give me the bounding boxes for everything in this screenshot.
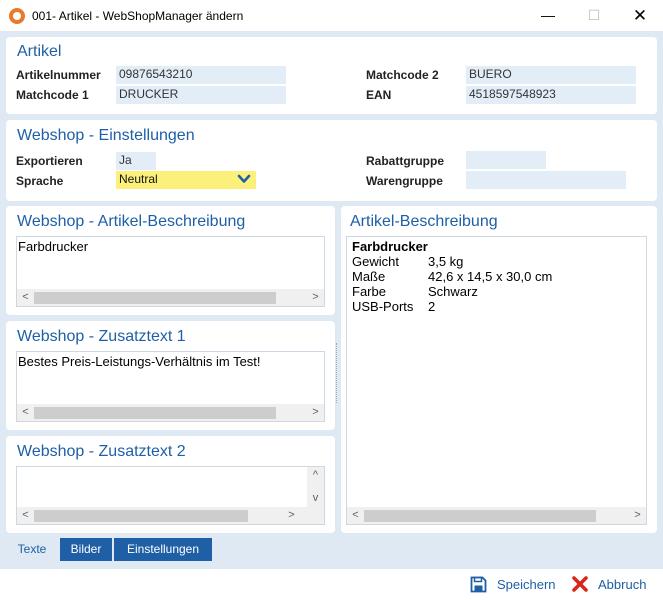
scroll-right-icon[interactable]: > — [307, 289, 324, 306]
ean-field[interactable]: 4518597548923 — [466, 86, 636, 104]
exportieren-field[interactable]: Ja — [116, 152, 156, 170]
chevron-down-icon[interactable] — [237, 172, 251, 186]
scroll-thumb[interactable] — [34, 510, 248, 522]
zusatztext2-textarea[interactable]: ^ v < > — [16, 466, 325, 525]
artikel-panel: Artikel Artikelnummer 09876543210 Matchc… — [6, 37, 657, 114]
warengruppe-field[interactable] — [466, 171, 626, 189]
splitter-handle[interactable] — [336, 343, 340, 403]
warengruppe-label: Warengruppe — [366, 174, 443, 188]
ean-label: EAN — [366, 88, 392, 102]
app-logo-icon — [9, 8, 25, 24]
rabattgruppe-label: Rabattgruppe — [366, 154, 444, 168]
zusatztext2-title: Webshop - Zusatztext 2 — [17, 443, 186, 460]
horizontal-scrollbar[interactable]: < > — [17, 507, 324, 524]
webshop-beschreibung-text: Farbdrucker — [18, 239, 89, 254]
scroll-thumb[interactable] — [34, 292, 276, 304]
description-key: Maße — [352, 269, 386, 284]
scroll-down-icon[interactable]: v — [307, 490, 324, 507]
description-value: Schwarz — [428, 284, 478, 299]
zusatztext1-panel: Webshop - Zusatztext 1 Bestes Preis-Leis… — [6, 321, 335, 430]
tab-texte[interactable]: Texte — [6, 538, 58, 561]
matchcode2-label: Matchcode 2 — [366, 68, 439, 82]
scroll-thumb[interactable] — [34, 407, 276, 419]
sprache-label: Sprache — [16, 174, 64, 188]
description-value: 2 — [428, 299, 436, 314]
artikel-beschreibung-title: Artikel-Beschreibung — [350, 213, 498, 230]
action-bar: Speichern Abbruch — [0, 569, 663, 600]
artikel-title: Artikel — [17, 43, 62, 60]
tab-einstellungen[interactable]: Einstellungen — [114, 538, 212, 561]
scroll-right-icon[interactable]: > — [283, 507, 300, 524]
scroll-left-icon[interactable]: < — [347, 507, 364, 524]
webshop-beschreibung-panel: Webshop - Artikel-Beschreibung Farbdruck… — [6, 206, 335, 315]
save-label: Speichern — [497, 577, 556, 592]
artikelnummer-label: Artikelnummer — [16, 68, 101, 82]
webshop-beschreibung-title: Webshop - Artikel-Beschreibung — [17, 213, 246, 230]
description-value: 3,5 kg — [428, 254, 464, 269]
zusatztext2-panel: Webshop - Zusatztext 2 ^ v < > — [6, 436, 335, 533]
scroll-left-icon[interactable]: < — [17, 507, 34, 524]
zusatztext1-text: Bestes Preis-Leistungs-Verhältnis im Tes… — [18, 354, 261, 369]
title-bar: 001- Artikel - WebShopManager ändern — ☐… — [0, 0, 663, 31]
horizontal-scrollbar[interactable]: < > — [347, 507, 646, 524]
red-x-icon — [572, 576, 588, 592]
scroll-up-icon[interactable]: ^ — [307, 467, 324, 484]
horizontal-scrollbar[interactable]: < > — [17, 404, 324, 421]
scroll-thumb[interactable] — [364, 510, 596, 522]
matchcode1-label: Matchcode 1 — [16, 88, 89, 102]
scroll-left-icon[interactable]: < — [17, 404, 34, 421]
window-title: 001- Artikel - WebShopManager ändern — [32, 9, 244, 23]
description-value: 42,6 x 14,5 x 30,0 cm — [428, 269, 553, 284]
artikel-beschreibung-panel: Artikel-Beschreibung Farbdrucker Gewicht… — [341, 206, 657, 533]
zusatztext1-textarea[interactable]: Bestes Preis-Leistungs-Verhältnis im Tes… — [16, 351, 325, 422]
maximize-button[interactable]: ☐ — [571, 0, 617, 31]
matchcode1-field[interactable]: DRUCKER — [116, 86, 286, 104]
description-key: Gewicht — [352, 254, 399, 269]
description-key: Farbe — [352, 284, 386, 299]
zusatztext1-title: Webshop - Zusatztext 1 — [17, 328, 186, 345]
webshop-settings-panel: Webshop - Einstellungen Exportieren Ja S… — [6, 120, 657, 201]
webshop-settings-title: Webshop - Einstellungen — [17, 127, 195, 144]
floppy-disk-icon — [470, 576, 487, 593]
artikel-beschreibung-viewer[interactable]: Farbdrucker Gewicht 3,5 kg Maße 42,6 x 1… — [346, 236, 647, 525]
tab-bilder[interactable]: Bilder — [60, 538, 112, 561]
webshop-beschreibung-textarea[interactable]: Farbdrucker < > — [16, 236, 325, 307]
vertical-scrollbar[interactable]: ^ v — [307, 467, 324, 507]
sprache-select[interactable]: Neutral — [116, 171, 256, 189]
scroll-right-icon[interactable]: > — [307, 404, 324, 421]
client-area: Artikel Artikelnummer 09876543210 Matchc… — [0, 31, 663, 569]
sprache-value: Neutral — [119, 172, 158, 186]
horizontal-scrollbar[interactable]: < > — [17, 289, 324, 306]
artikelnummer-field[interactable]: 09876543210 — [116, 66, 286, 84]
description-heading: Farbdrucker — [352, 239, 428, 254]
matchcode2-field[interactable]: BUERO — [466, 66, 636, 84]
scroll-right-icon[interactable]: > — [629, 507, 646, 524]
close-button[interactable]: ✕ — [617, 0, 663, 31]
cancel-label: Abbruch — [598, 577, 647, 592]
minimize-button[interactable]: — — [525, 0, 571, 31]
rabattgruppe-field[interactable] — [466, 151, 546, 169]
description-key: USB-Ports — [352, 299, 414, 314]
scroll-left-icon[interactable]: < — [17, 289, 34, 306]
exportieren-label: Exportieren — [16, 154, 83, 168]
